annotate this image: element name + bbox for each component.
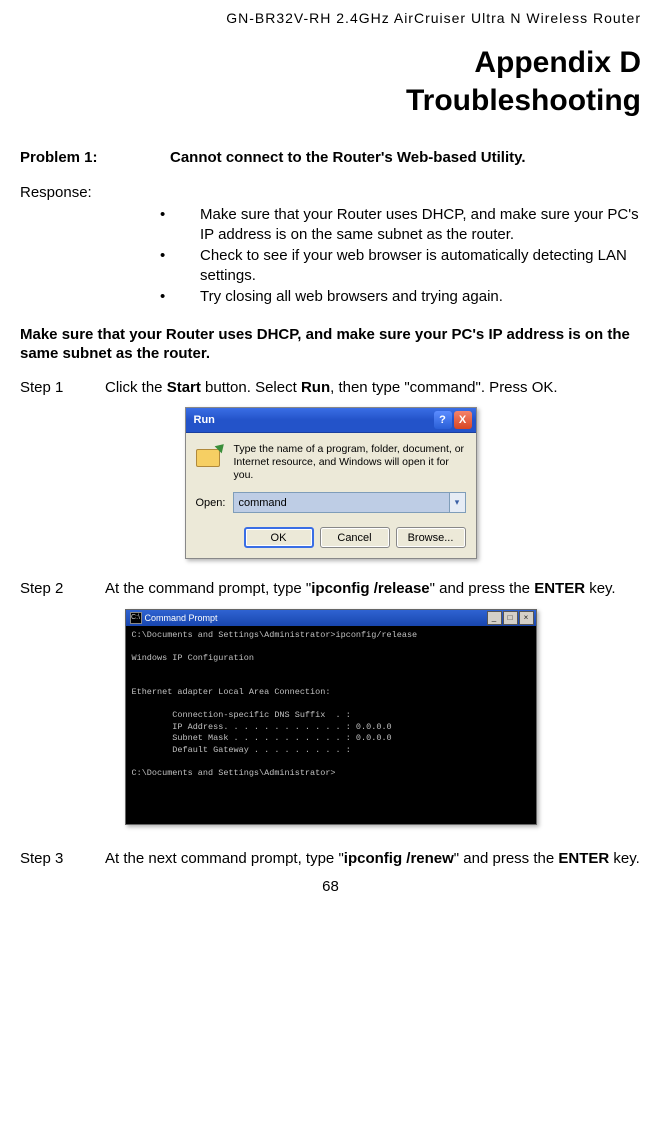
browse-button[interactable]: Browse... (396, 527, 466, 548)
problem-row: Problem 1: Cannot connect to the Router'… (20, 149, 641, 166)
step1-desc: Click the Start button. Select Run, then… (105, 378, 641, 398)
bullet-item: Check to see if your web browser is auto… (180, 246, 641, 285)
cmd-output: C:\Documents and Settings\Administrator>… (126, 626, 536, 824)
header-product: GN-BR32V-RH 2.4GHz AirCruiser Ultra N Wi… (20, 10, 641, 26)
cmd-titlebar: C:\ Command Prompt _ □ × (126, 610, 536, 626)
close-icon[interactable]: X (454, 411, 472, 429)
chevron-down-icon[interactable]: ▾ (449, 493, 465, 512)
problem-desc: Cannot connect to the Router's Web-based… (170, 149, 641, 166)
open-label: Open: (196, 497, 226, 509)
title-line-2: Troubleshooting (406, 84, 641, 117)
step1-label: Step 1 (20, 378, 105, 398)
command-prompt-window: C:\ Command Prompt _ □ × C:\Documents an… (125, 609, 537, 825)
maximize-icon[interactable]: □ (503, 611, 518, 625)
cmd-figure: C:\ Command Prompt _ □ × C:\Documents an… (20, 609, 641, 825)
open-combobox[interactable]: ▾ (233, 492, 465, 513)
cmd-icon: C:\ (130, 612, 142, 624)
bullet-item: Make sure that your Router uses DHCP, an… (180, 205, 641, 244)
run-desc-text: Type the name of a program, folder, docu… (234, 443, 466, 482)
bullet-item: Try closing all web browsers and trying … (180, 287, 641, 307)
page-number: 68 (20, 878, 641, 895)
appendix-title: Appendix D Troubleshooting (20, 44, 641, 119)
step3-desc: At the next command prompt, type "ipconf… (105, 849, 641, 869)
run-titlebar: Run ? X (186, 408, 476, 433)
ok-button[interactable]: OK (244, 527, 314, 548)
close-icon[interactable]: × (519, 611, 534, 625)
step2-desc: At the command prompt, type "ipconfig /r… (105, 579, 641, 599)
run-title: Run (194, 414, 215, 426)
run-dialog: Run ? X Type the name of a program, fold… (185, 407, 477, 559)
title-line-1: Appendix D (474, 46, 641, 79)
minimize-icon[interactable]: _ (487, 611, 502, 625)
step3-label: Step 3 (20, 849, 105, 869)
problem-label: Problem 1: (20, 149, 170, 166)
step3-row: Step 3 At the next command prompt, type … (20, 849, 641, 869)
cancel-button[interactable]: Cancel (320, 527, 390, 548)
open-input[interactable] (234, 493, 448, 512)
step2-label: Step 2 (20, 579, 105, 599)
step2-row: Step 2 At the command prompt, type "ipco… (20, 579, 641, 599)
cmd-title: Command Prompt (145, 613, 218, 623)
subheading: Make sure that your Router uses DHCP, an… (20, 325, 641, 364)
run-icon (196, 443, 226, 471)
response-label: Response: (20, 184, 641, 201)
step1-row: Step 1 Click the Start button. Select Ru… (20, 378, 641, 398)
response-bullets: Make sure that your Router uses DHCP, an… (20, 205, 641, 307)
run-dialog-figure: Run ? X Type the name of a program, fold… (20, 407, 641, 559)
help-icon[interactable]: ? (434, 411, 452, 429)
